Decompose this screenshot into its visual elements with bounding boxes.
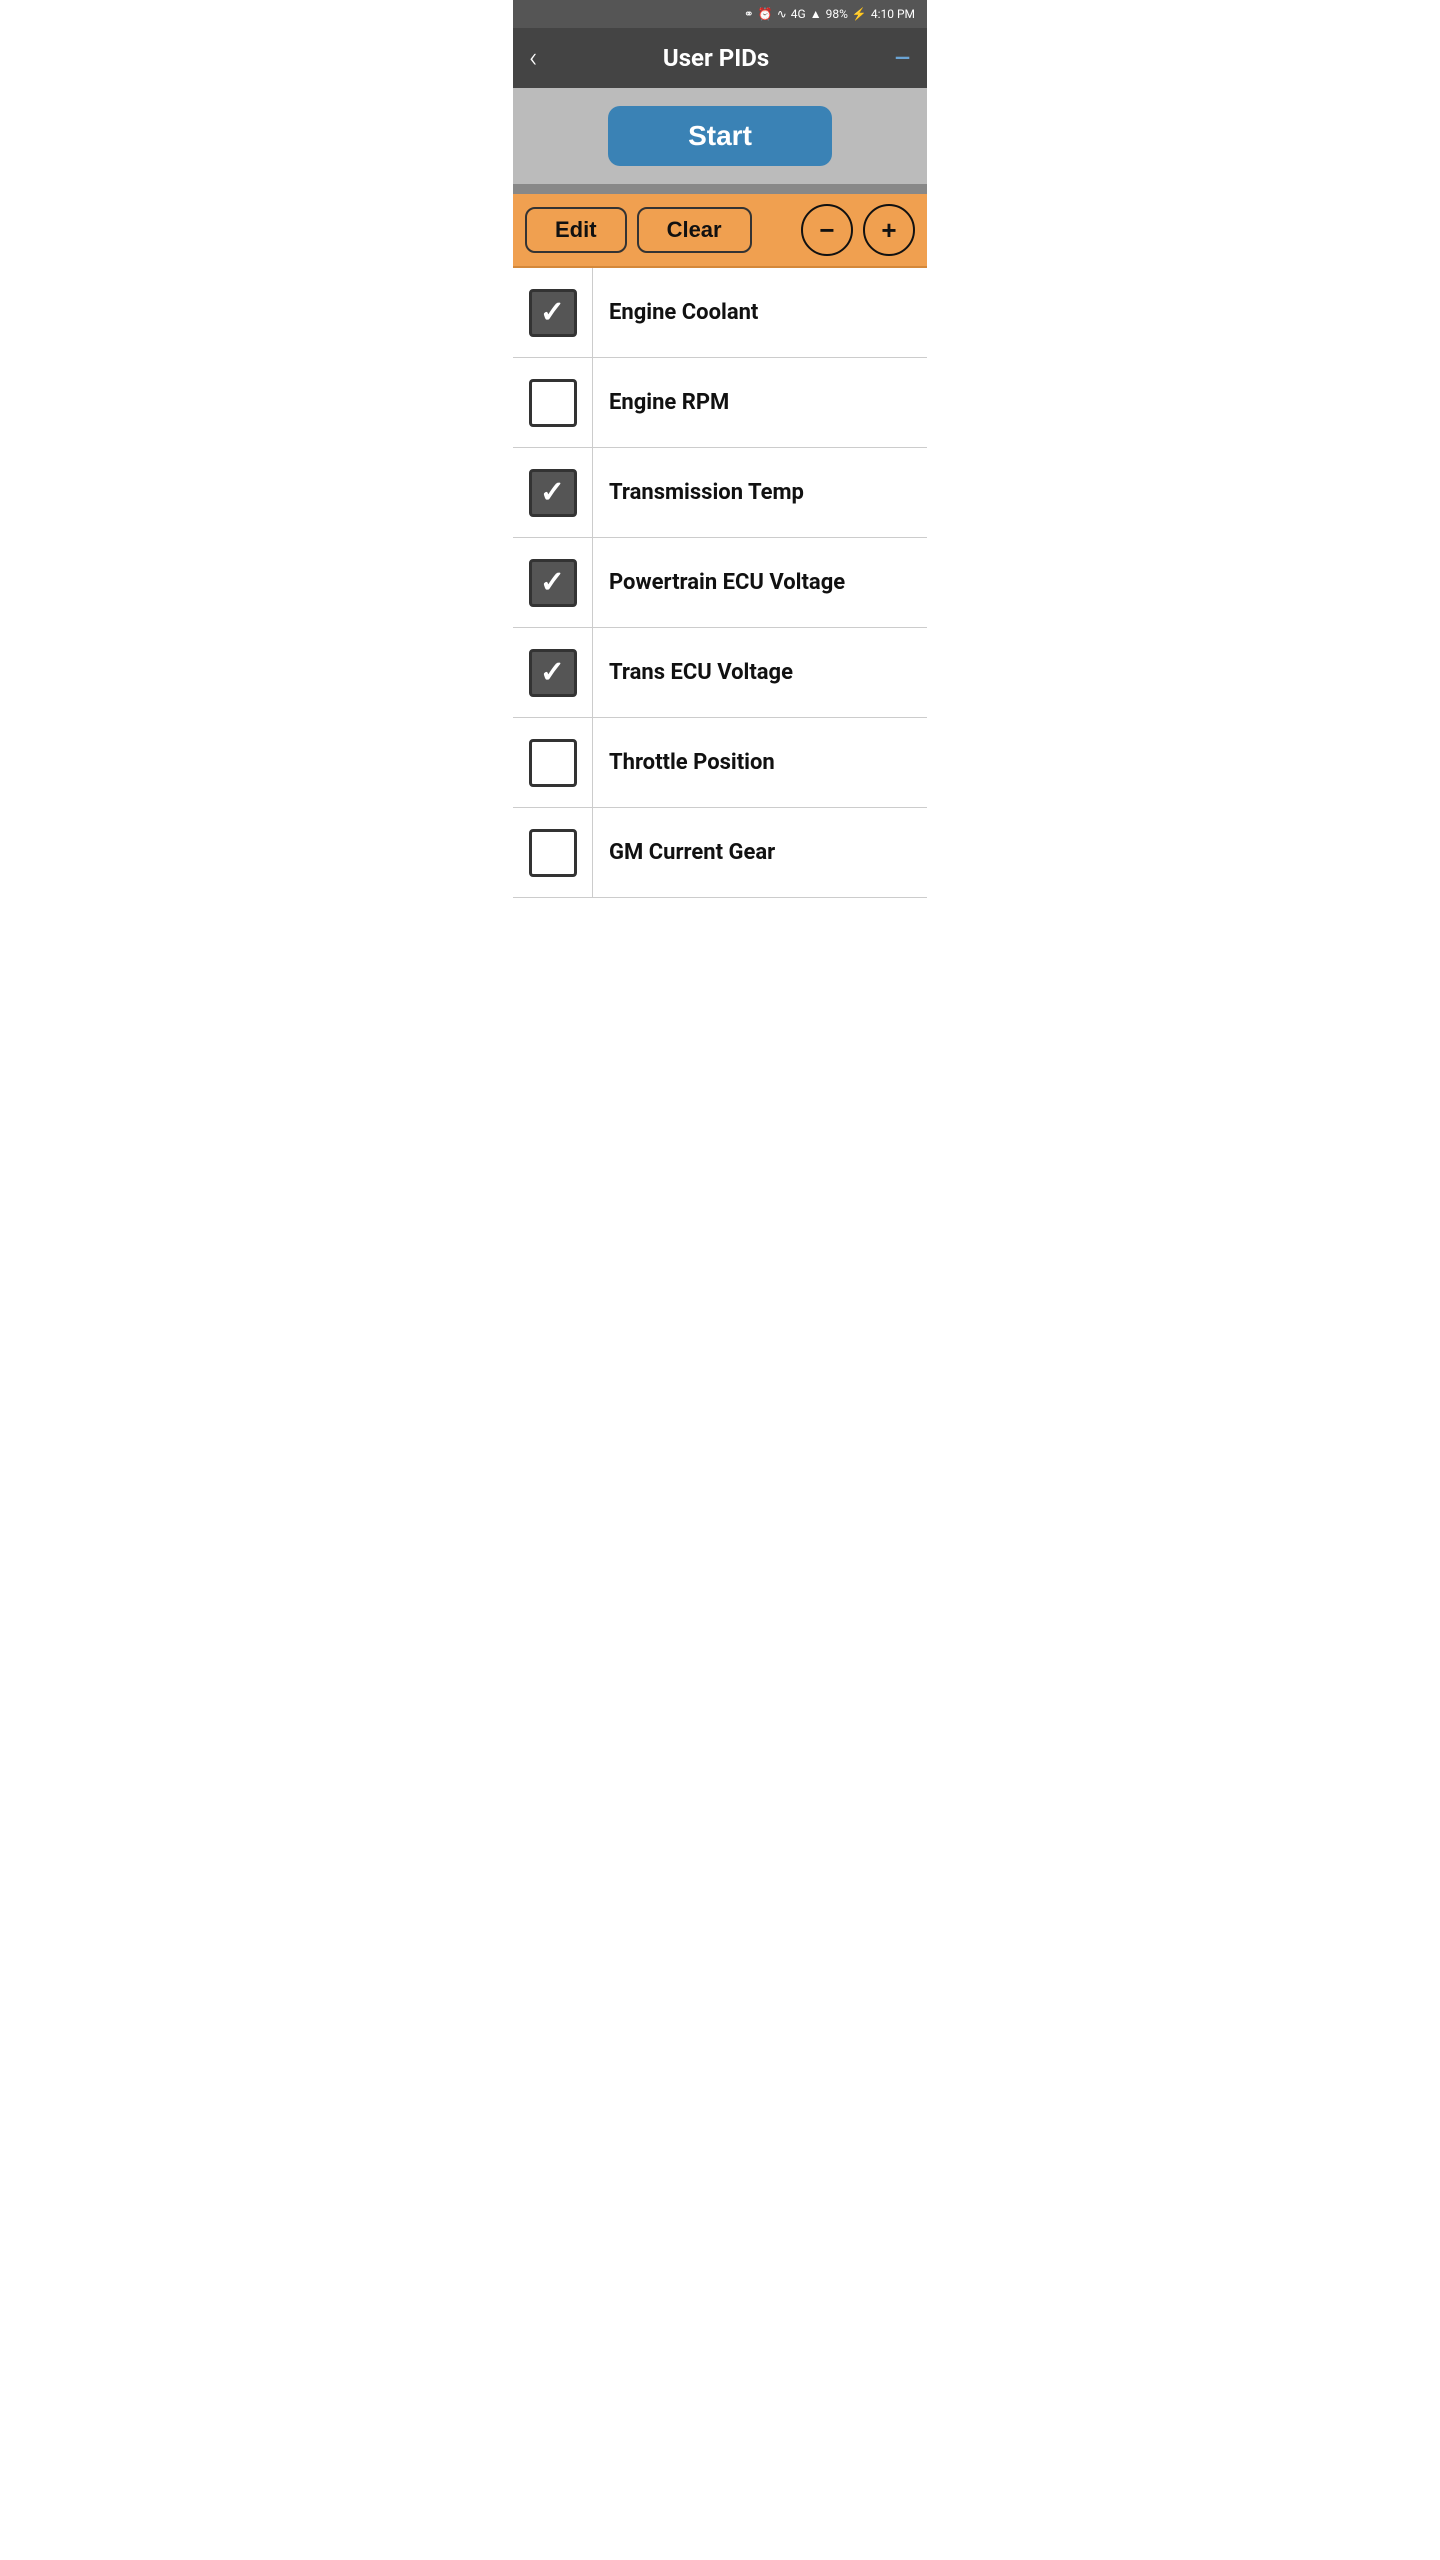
toolbar: Edit Clear − + — [513, 194, 927, 268]
start-button[interactable]: Start — [608, 106, 832, 166]
menu-button[interactable]: — — [895, 46, 911, 70]
checkmark-icon: ✓ — [540, 658, 565, 688]
time-display: 4:10 PM — [871, 7, 915, 21]
checkmark-icon: ✓ — [540, 568, 565, 598]
checkbox-2[interactable]: ✓ — [529, 469, 577, 517]
list-item: ✓ Powertrain ECU Voltage — [513, 538, 927, 628]
checkmark-icon: ✓ — [540, 298, 565, 328]
checkbox-3[interactable]: ✓ — [529, 559, 577, 607]
checkbox-6[interactable] — [529, 829, 577, 877]
bluetooth-icon: ⚭ — [744, 7, 754, 21]
list-item: Engine RPM — [513, 358, 927, 448]
list-item: ✓ Trans ECU Voltage — [513, 628, 927, 718]
checkbox-area-2: ✓ — [513, 448, 593, 537]
status-bar: ⚭ ⏰ ∿ 4G ▲ 98% ⚡ 4:10 PM — [513, 0, 927, 28]
pid-label-4: Trans ECU Voltage — [593, 660, 927, 685]
checkbox-5[interactable] — [529, 739, 577, 787]
page-title: User PIDs — [663, 44, 769, 72]
decrease-button[interactable]: − — [801, 204, 853, 256]
pid-label-0: Engine Coolant — [593, 300, 927, 325]
checkbox-area-3: ✓ — [513, 538, 593, 627]
battery-level: 98% — [826, 7, 848, 21]
increase-button[interactable]: + — [863, 204, 915, 256]
pid-list: ✓ Engine Coolant Engine RPM ✓ Transmission T… — [513, 268, 927, 898]
wifi-icon: ∿ — [777, 7, 787, 21]
checkmark-icon: ✓ — [540, 478, 565, 508]
pid-label-6: GM Current Gear — [593, 840, 927, 865]
list-item: ✓ Engine Coolant — [513, 268, 927, 358]
start-area: Start — [513, 88, 927, 184]
back-button[interactable]: ‹ — [529, 44, 537, 72]
status-icons: ⚭ ⏰ ∿ 4G ▲ 98% ⚡ 4:10 PM — [744, 7, 915, 21]
checkbox-area-5 — [513, 718, 593, 807]
pid-label-1: Engine RPM — [593, 390, 927, 415]
list-item: Throttle Position — [513, 718, 927, 808]
signal-icon: ▲ — [810, 7, 822, 21]
4g-icon: 4G — [791, 7, 806, 21]
pid-label-3: Powertrain ECU Voltage — [593, 570, 927, 595]
checkbox-area-4: ✓ — [513, 628, 593, 717]
clear-button[interactable]: Clear — [637, 207, 752, 253]
list-item: GM Current Gear — [513, 808, 927, 898]
list-item: ✓ Transmission Temp — [513, 448, 927, 538]
checkbox-4[interactable]: ✓ — [529, 649, 577, 697]
edit-button[interactable]: Edit — [525, 207, 627, 253]
checkbox-1[interactable] — [529, 379, 577, 427]
app-header: ‹ User PIDs — — [513, 28, 927, 88]
checkbox-0[interactable]: ✓ — [529, 289, 577, 337]
battery-charging-icon: ⚡ — [852, 7, 867, 21]
divider — [513, 184, 927, 194]
pid-label-5: Throttle Position — [593, 750, 927, 775]
checkbox-area-0: ✓ — [513, 268, 593, 357]
pid-label-2: Transmission Temp — [593, 480, 927, 505]
checkbox-area-6 — [513, 808, 593, 897]
checkbox-area-1 — [513, 358, 593, 447]
alarm-icon: ⏰ — [758, 7, 773, 21]
empty-area — [513, 898, 927, 1018]
